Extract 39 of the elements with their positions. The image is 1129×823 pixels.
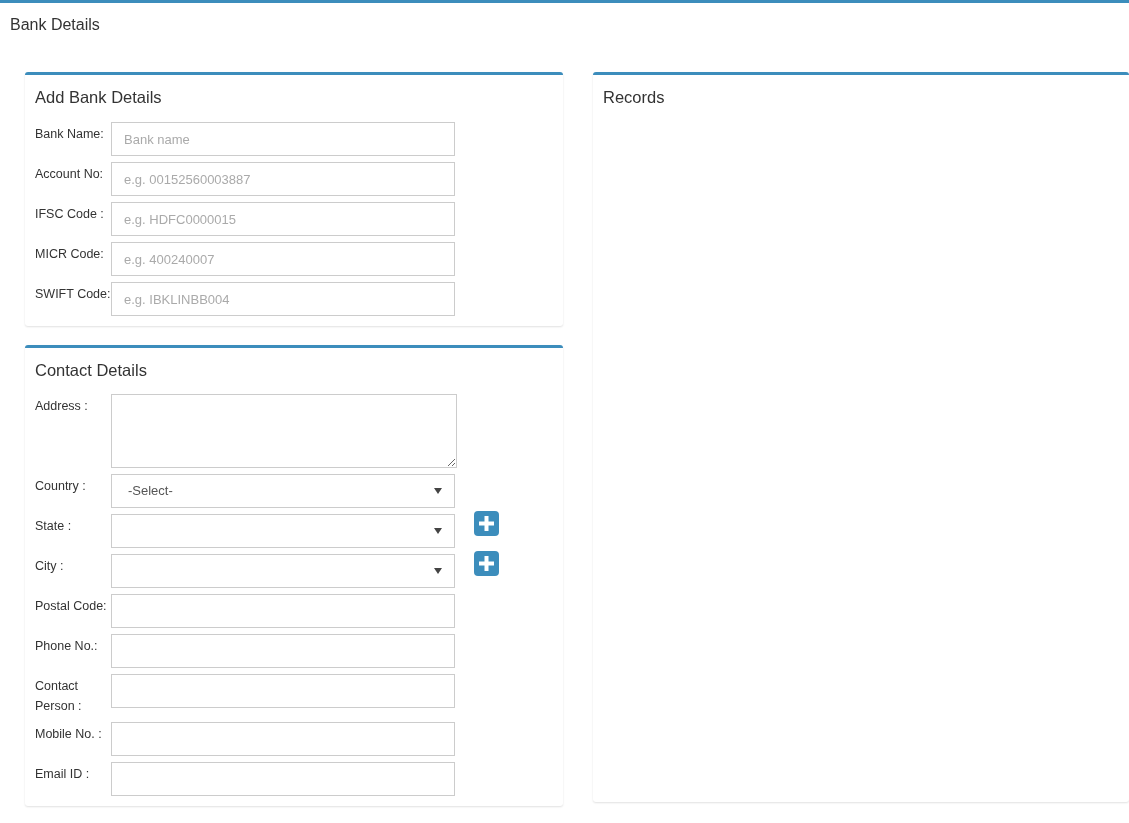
field-label: MICR Code: [34, 246, 105, 263]
input-field[interactable]: Bank name [111, 122, 455, 156]
input-field[interactable]: e.g. IBKLINBB004 [111, 282, 455, 316]
panel-title: Add Bank Details [35, 87, 162, 108]
field-label: IFSC Code : [34, 206, 105, 223]
field-label: State : [34, 518, 73, 535]
field-label: Bank Name: [34, 126, 105, 143]
input-field[interactable]: e.g. 00152560003887 [111, 162, 455, 196]
input-field[interactable]: e.g. HDFC0000015 [111, 202, 455, 236]
add-button[interactable] [474, 551, 499, 576]
caret-icon [434, 528, 442, 534]
field-label: SWIFT Code: [34, 286, 111, 303]
add-button[interactable] [474, 511, 499, 536]
panel-title: Contact Details [35, 360, 147, 381]
input-field[interactable] [111, 594, 455, 628]
field-label: Mobile No. : [34, 726, 103, 743]
field-label: Contact Person : [34, 678, 83, 715]
dropdown[interactable] [111, 554, 455, 588]
caret-icon [434, 488, 442, 494]
field-label: Email ID : [34, 766, 91, 783]
field-label: Address : [34, 398, 89, 415]
field-label: Postal Code: [34, 598, 108, 615]
field-label: City : [34, 558, 65, 575]
dropdown[interactable] [111, 514, 455, 548]
panel-title: Records [603, 87, 665, 108]
input-field[interactable] [111, 722, 455, 756]
plus-icon [478, 555, 495, 572]
field-label: Account No: [34, 166, 105, 183]
page-title: Bank Details [10, 15, 100, 35]
field-label: Phone No.: [34, 638, 99, 655]
caret-icon [434, 568, 442, 574]
plus-icon [478, 515, 495, 532]
text-area[interactable] [111, 394, 457, 468]
dropdown[interactable]: -Select- [111, 474, 455, 508]
field-label: Country : [34, 478, 87, 495]
input-field[interactable] [111, 762, 455, 796]
input-field[interactable] [111, 674, 455, 708]
input-field[interactable]: e.g. 400240007 [111, 242, 455, 276]
input-field[interactable] [111, 634, 455, 668]
